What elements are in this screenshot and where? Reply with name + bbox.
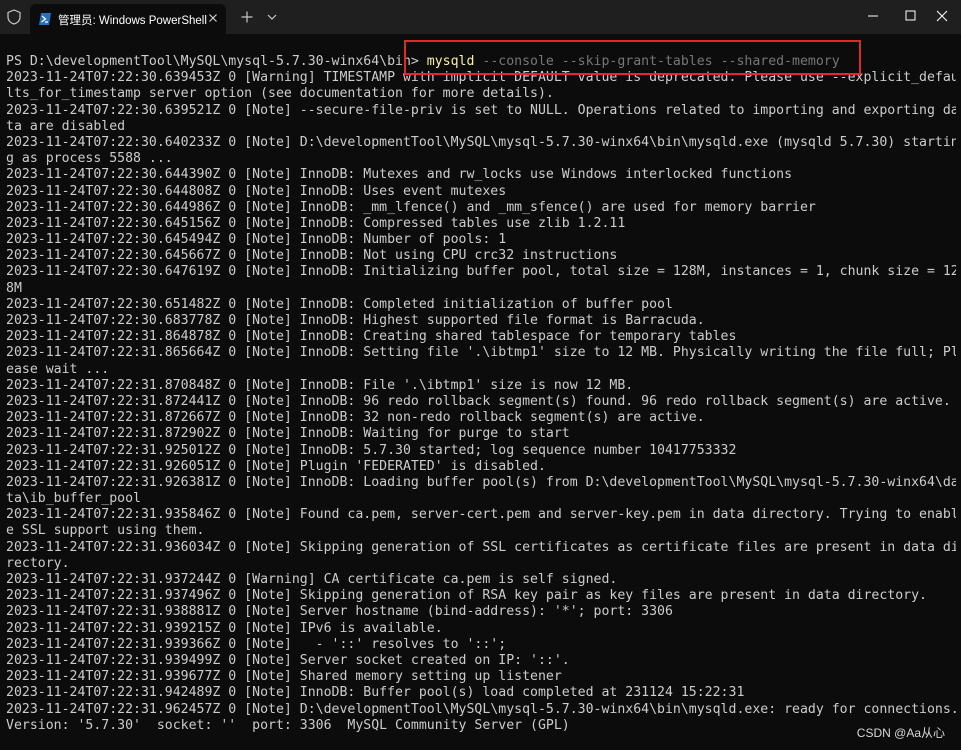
tab-powershell[interactable]: 管理员: Windows PowerShell (30, 4, 226, 34)
log-line: 2023-11-24T07:22:31.939366Z 0 [Note] - '… (6, 636, 507, 652)
log-line: 2023-11-24T07:22:30.644986Z 0 [Note] Inn… (6, 199, 816, 215)
log-line: g as process 5588 ... (6, 151, 173, 167)
log-line: 2023-11-24T07:22:31.935846Z 0 [Note] Fou… (6, 507, 956, 523)
log-line: 2023-11-24T07:22:31.872441Z 0 [Note] Inn… (6, 393, 951, 409)
chevron-down-icon[interactable] (266, 12, 278, 22)
log-line: 2023-11-24T07:22:30.640233Z 0 [Note] D:\… (6, 134, 956, 150)
terminal-output[interactable]: PS D:\developmentTool\MySQL\mysql-5.7.30… (6, 54, 956, 744)
log-line: 2023-11-24T07:22:31.939499Z 0 [Note] Ser… (6, 652, 570, 668)
log-line: 2023-11-24T07:22:31.872902Z 0 [Note] Inn… (6, 426, 570, 442)
log-line: 2023-11-24T07:22:31.936034Z 0 [Note] Ski… (6, 539, 956, 555)
log-line: rectory. (6, 555, 70, 571)
window-close-icon[interactable] (920, 0, 961, 32)
log-line: Version: '5.7.30' socket: '' port: 3306 … (6, 717, 570, 733)
powershell-icon (39, 13, 51, 25)
log-line: ta\ib_buffer_pool (6, 491, 141, 507)
log-line: 2023-11-24T07:22:31.872667Z 0 [Note] Inn… (6, 410, 705, 426)
log-line: 2023-11-24T07:22:30.645156Z 0 [Note] Inn… (6, 215, 626, 231)
log-line: 8M (6, 280, 22, 296)
log-line: 2023-11-24T07:22:31.926051Z 0 [Note] Plu… (6, 458, 546, 474)
log-line: 2023-11-24T07:22:31.937244Z 0 [Warning] … (6, 572, 618, 587)
log-line: 2023-11-24T07:22:30.644390Z 0 [Note] Inn… (6, 167, 793, 183)
plus-icon[interactable] (240, 10, 254, 24)
shield-icon (7, 9, 21, 25)
log-line: 2023-11-24T07:22:31.870848Z 0 [Note] Inn… (6, 377, 634, 393)
log-line: 2023-11-24T07:22:30.645667Z 0 [Note] Inn… (6, 248, 618, 264)
log-line: 2023-11-24T07:22:30.651482Z 0 [Note] Inn… (6, 296, 673, 312)
log-line: ease wait ... (6, 361, 110, 377)
log-line: 2023-11-24T07:22:30.644808Z 0 [Note] Inn… (6, 183, 507, 199)
log-line: e SSL support using them. (6, 523, 205, 539)
tab-title: 管理员: Windows PowerShell (58, 15, 207, 27)
log-line: 2023-11-24T07:22:30.645494Z 0 [Note] Inn… (6, 232, 507, 248)
watermark: CSDN @Aa从心 (856, 726, 945, 740)
log-line: 2023-11-24T07:22:30.639521Z 0 [Note] --s… (6, 102, 956, 118)
log-line: 2023-11-24T07:22:31.962457Z 0 [Note] D:\… (6, 701, 956, 717)
log-lines: 2023-11-24T07:22:30.639453Z 0 [Warning] … (6, 70, 956, 734)
log-line: 2023-11-24T07:22:31.939677Z 0 [Note] Sha… (6, 669, 562, 685)
command-highlight-box (404, 40, 861, 75)
log-line: 2023-11-24T07:22:31.938881Z 0 [Note] Ser… (6, 604, 673, 620)
title-bar: 管理员: Windows PowerShell (0, 0, 961, 34)
log-line: 2023-11-24T07:22:31.942489Z 0 [Note] Inn… (6, 685, 745, 701)
log-line: 2023-11-24T07:22:31.925012Z 0 [Note] Inn… (6, 442, 737, 458)
log-line: 2023-11-24T07:22:31.864878Z 0 [Note] Inn… (6, 329, 737, 345)
log-line: 2023-11-24T07:22:30.647619Z 0 [Note] Inn… (6, 264, 956, 280)
log-line: 2023-11-24T07:22:31.865664Z 0 [Note] Inn… (6, 345, 956, 361)
log-line: ta are disabled (6, 118, 126, 134)
log-line: 2023-11-24T07:22:31.926381Z 0 [Note] Inn… (6, 474, 956, 490)
log-line: 2023-11-24T07:22:31.937496Z 0 [Note] Ski… (6, 588, 927, 604)
close-icon[interactable] (206, 11, 220, 25)
log-line: lts_for_timestamp server option (see doc… (6, 86, 554, 102)
log-line: 2023-11-24T07:22:31.939215Z 0 [Note] IPv… (6, 620, 443, 636)
log-line: 2023-11-24T07:22:30.683778Z 0 [Note] Inn… (6, 313, 705, 328)
prompt-path: PS D:\developmentTool\MySQL\mysql-5.7.30… (6, 54, 427, 69)
